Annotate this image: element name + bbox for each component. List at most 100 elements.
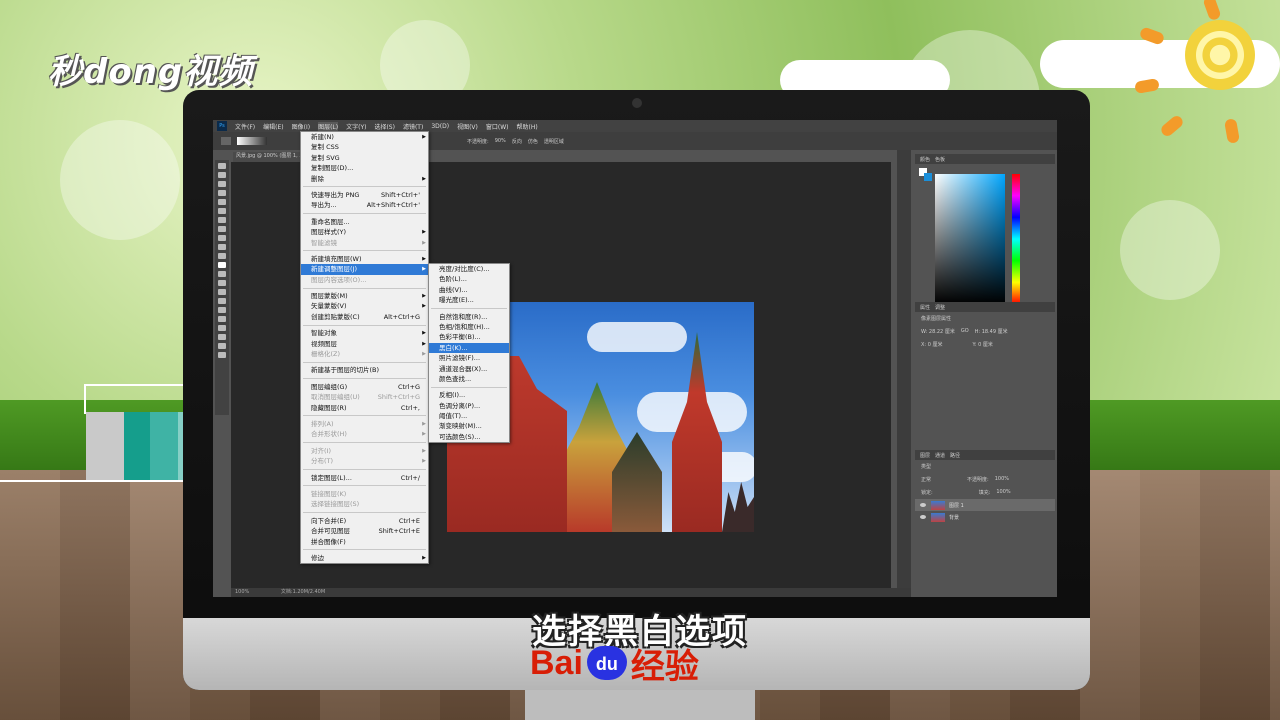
menu-item[interactable]: 通道混合器(X)...	[429, 364, 509, 374]
menu-item[interactable]: 曲线(V)...	[429, 285, 509, 295]
menu-item[interactable]: 新建调整图层(J) ▶	[301, 264, 428, 275]
menu-item[interactable]: 新建基于图层的切片(B)	[301, 365, 428, 375]
stamp-tool-icon[interactable]	[218, 235, 226, 241]
y-field[interactable]: Y: 0 厘米	[972, 341, 992, 348]
move-tool-icon[interactable]	[218, 163, 226, 169]
gradient-swatch[interactable]	[237, 137, 267, 145]
color-picker-field[interactable]	[935, 174, 1005, 304]
layer-row[interactable]: 背景	[915, 511, 1055, 523]
tab-swatches[interactable]: 色板	[935, 156, 945, 163]
menu-item[interactable]: 色调分离(P)...	[429, 401, 509, 411]
width-field[interactable]: W: 28.22 厘米	[921, 328, 955, 335]
menu-item[interactable]: 曝光度(E)...	[429, 295, 509, 305]
menu-item[interactable]: 锁定图层(L)... Ctrl+/	[301, 473, 428, 483]
menu-item[interactable]: 复制图层(D)...	[301, 163, 428, 173]
eyedropper-tool-icon[interactable]	[218, 208, 226, 214]
menu-layer[interactable]: 图层(L)	[318, 121, 339, 131]
menu-item[interactable]: 创建剪贴蒙版(C) Alt+Ctrl+G	[301, 312, 428, 322]
menu-file[interactable]: 文件(F)	[235, 122, 255, 131]
link-button[interactable]: GO	[961, 328, 969, 335]
menu-item[interactable]: 亮度/对比度(C)...	[429, 264, 509, 274]
menu-item[interactable]: 反相(I)...	[429, 390, 509, 400]
menu-select[interactable]: 选择(S)	[374, 122, 395, 131]
tab-adjustments[interactable]: 调整	[935, 304, 945, 311]
menu-item[interactable]: 拼合图像(F)	[301, 537, 428, 547]
menu-type[interactable]: 文字(Y)	[346, 122, 366, 131]
more-tools-icon[interactable]	[218, 343, 226, 349]
tab-color[interactable]: 颜色	[920, 156, 930, 163]
menu-item[interactable]: 视频图层 ▶	[301, 339, 428, 349]
menu-item[interactable]: 隐藏图层(R) Ctrl+,	[301, 403, 428, 413]
blur-tool-icon[interactable]	[218, 271, 226, 277]
menu-item[interactable]: 新建(N) ▶	[301, 132, 428, 142]
menu-filter[interactable]: 滤镜(T)	[403, 122, 423, 131]
x-field[interactable]: X: 0 厘米	[921, 341, 942, 348]
tab-layers[interactable]: 图层	[920, 452, 930, 459]
menu-item[interactable]: 图层编组(G) Ctrl+G	[301, 382, 428, 392]
menu-item[interactable]: 复制 SVG	[301, 153, 428, 163]
menu-item[interactable]: 色阶(L)...	[429, 274, 509, 284]
menu-item[interactable]: 新建填充图层(W) ▶	[301, 254, 428, 264]
menu-item[interactable]: 复制 CSS	[301, 142, 428, 152]
pen-tool-icon[interactable]	[218, 289, 226, 295]
menu-item[interactable]: 图层样式(Y) ▶	[301, 227, 428, 237]
background-swatch[interactable]	[924, 173, 932, 181]
menu-item[interactable]: 图层蒙版(M) ▶	[301, 291, 428, 301]
fill-value[interactable]: 100%	[996, 489, 1010, 496]
opacity-value[interactable]: 90%	[495, 138, 506, 144]
tab-paths[interactable]: 路径	[950, 452, 960, 459]
menu-item[interactable]: 快速导出为 PNG Shift+Ctrl+'	[301, 190, 428, 200]
layer-row[interactable]: 图层 1	[915, 499, 1055, 511]
menu-item[interactable]: 自然饱和度(R)...	[429, 312, 509, 322]
menu-item[interactable]: 颜色查找...	[429, 374, 509, 384]
shape-tool-icon[interactable]	[218, 316, 226, 322]
marquee-tool-icon[interactable]	[218, 172, 226, 178]
history-brush-icon[interactable]	[218, 244, 226, 250]
menu-item[interactable]: 修边 ▶	[301, 553, 428, 563]
menu-item[interactable]: 矢量蒙版(V) ▶	[301, 301, 428, 311]
wand-tool-icon[interactable]	[218, 190, 226, 196]
hue-slider[interactable]	[1012, 174, 1020, 304]
gradient-tool-icon[interactable]	[218, 262, 226, 268]
menu-edit[interactable]: 编辑(E)	[263, 122, 283, 131]
crop-tool-icon[interactable]	[218, 199, 226, 205]
color-swatches-icon[interactable]	[218, 352, 226, 358]
menu-item[interactable]: 向下合并(E) Ctrl+E	[301, 516, 428, 526]
eye-icon[interactable]	[920, 515, 926, 519]
brush-tool-icon[interactable]	[218, 226, 226, 232]
height-field[interactable]: H: 18.49 厘米	[975, 328, 1008, 335]
menu-image[interactable]: 图像(I)	[292, 122, 310, 131]
lasso-tool-icon[interactable]	[218, 181, 226, 187]
zoom-level[interactable]: 100%	[235, 589, 249, 595]
menu-item[interactable]: 黑白(K)...	[429, 342, 509, 354]
layer-opacity-value[interactable]: 100%	[995, 476, 1009, 483]
eye-icon[interactable]	[920, 503, 926, 507]
type-tool-icon[interactable]	[218, 298, 226, 304]
menu-item[interactable]: 删除 ▶	[301, 174, 428, 184]
heal-tool-icon[interactable]	[218, 217, 226, 223]
menu-item[interactable]: 渐变映射(M)...	[429, 421, 509, 431]
eraser-tool-icon[interactable]	[218, 253, 226, 259]
menu-item[interactable]: 色相/饱和度(H)...	[429, 322, 509, 332]
blend-mode-select[interactable]: 正常	[921, 476, 931, 483]
menu-item[interactable]: 合并可见图层 Shift+Ctrl+E	[301, 526, 428, 536]
menu-window[interactable]: 窗口(W)	[486, 122, 509, 131]
menu-item[interactable]: 阈值(T)...	[429, 411, 509, 421]
dodge-tool-icon[interactable]	[218, 280, 226, 286]
layer-kind-filter[interactable]: 类型	[915, 460, 1055, 473]
menu-item[interactable]: 重命名图层...	[301, 217, 428, 227]
dither-checkbox[interactable]: 仿色	[528, 138, 538, 145]
menu-item[interactable]: 导出为... Alt+Shift+Ctrl+'	[301, 200, 428, 210]
menu-help[interactable]: 帮助(H)	[517, 122, 538, 131]
transparency-checkbox[interactable]: 透明区域	[544, 138, 564, 145]
menu-item[interactable]: 智能对象 ▶	[301, 328, 428, 338]
tab-channels[interactable]: 通道	[935, 452, 945, 459]
path-select-icon[interactable]	[218, 307, 226, 313]
menu-3d[interactable]: 3D(D)	[431, 123, 449, 130]
tab-properties[interactable]: 属性	[920, 304, 930, 311]
menu-item[interactable]: 可选颜色(S)...	[429, 432, 509, 442]
menu-item[interactable]: 照片滤镜(F)...	[429, 353, 509, 363]
menu-view[interactable]: 视图(V)	[457, 122, 478, 131]
zoom-tool-icon[interactable]	[218, 334, 226, 340]
reverse-checkbox[interactable]: 反向	[512, 138, 522, 145]
